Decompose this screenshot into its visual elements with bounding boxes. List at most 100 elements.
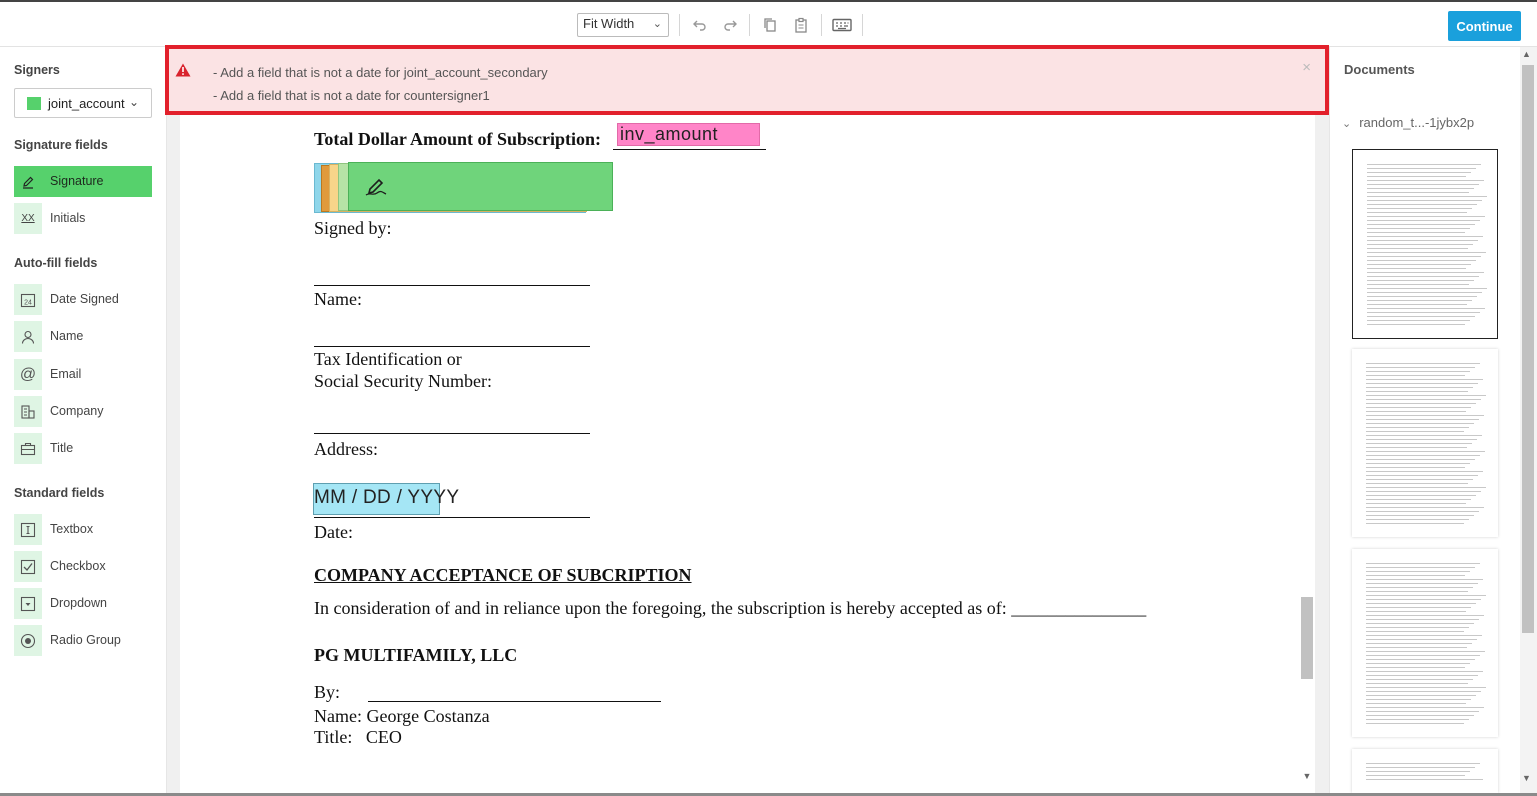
zoom-select[interactable]: Fit Width ⌄	[577, 13, 669, 37]
field-label: Email	[50, 367, 82, 381]
thumbnail-text-line	[1367, 228, 1470, 229]
thumbnail-text-line	[1366, 607, 1471, 608]
at-sign-icon: @	[14, 359, 42, 390]
field-initials[interactable]: XX Initials	[14, 203, 152, 234]
paste-icon[interactable]	[790, 14, 812, 36]
document-group-toggle[interactable]: ⌄ random_t...-1jybx2p	[1342, 115, 1474, 130]
redo-icon[interactable]	[719, 14, 741, 36]
date-line	[314, 517, 590, 518]
thumbnail-text-line	[1366, 779, 1483, 780]
field-label: Date Signed	[50, 292, 119, 306]
field-textbox[interactable]: Textbox	[14, 514, 152, 545]
thumbnail-text-line	[1367, 172, 1471, 173]
field-date-signed[interactable]: 24 Date Signed	[14, 284, 152, 315]
thumbnail-text-line	[1366, 503, 1466, 504]
thumbnail-text-line	[1367, 196, 1487, 197]
close-icon[interactable]: ×	[1302, 59, 1311, 76]
signer-color-swatch	[27, 97, 41, 110]
thumbnail-text-line	[1366, 375, 1465, 376]
keyboard-icon[interactable]	[831, 14, 853, 36]
thumbnail-text-line	[1367, 184, 1479, 185]
field-company[interactable]: Company	[14, 396, 152, 427]
documents-scroll-thumb[interactable]	[1522, 65, 1534, 633]
signature-field-active[interactable]	[348, 162, 613, 211]
thumbnail-text-line	[1366, 403, 1476, 404]
thumbnail-text-line	[1366, 463, 1470, 464]
building-icon	[14, 396, 42, 427]
thumbnail-text-line	[1367, 188, 1474, 189]
field-label: Name	[50, 329, 84, 343]
thumbnail-text-line	[1366, 631, 1464, 632]
amount-underline	[613, 149, 766, 150]
thumbnail-text-line	[1366, 415, 1484, 416]
thumbnail-text-line	[1367, 180, 1484, 181]
calendar-icon-text: 24	[24, 299, 32, 306]
by-label: By:	[314, 682, 341, 702]
thumbnail-text-line	[1366, 583, 1478, 584]
field-checkbox[interactable]: Checkbox	[14, 551, 152, 582]
thumbnail-text-line	[1366, 587, 1473, 588]
thumbnail-text-line	[1366, 427, 1469, 428]
document-page[interactable]: Total Dollar Amount of Subscription: inv…	[180, 47, 1300, 793]
pen-icon	[365, 177, 387, 200]
chevron-down-icon: ⌄	[128, 95, 139, 109]
thumbnail-text-line	[1367, 268, 1466, 269]
signer-select[interactable]: joint_account ⌄	[14, 88, 152, 118]
thumbnail-text-line	[1366, 595, 1486, 596]
page-thumbnail[interactable]	[1352, 749, 1498, 793]
thumbnail-text-line	[1366, 407, 1471, 408]
undo-icon[interactable]	[689, 14, 711, 36]
field-title[interactable]: Title	[14, 433, 152, 464]
page-thumbnail[interactable]	[1352, 149, 1498, 339]
field-radio-group[interactable]: Radio Group	[14, 625, 152, 656]
field-email[interactable]: @ Email	[14, 359, 152, 390]
thumbnail-text-line	[1367, 292, 1482, 293]
address-label: Address:	[314, 439, 378, 459]
copy-icon[interactable]	[759, 14, 781, 36]
thumbnail-text-line	[1367, 264, 1471, 265]
date-field-placeholder: MM / DD / YYYY	[314, 487, 460, 508]
field-name[interactable]: Name	[14, 321, 152, 352]
signed-by-label: Signed by:	[314, 218, 392, 238]
standard-fields-title: Standard fields	[14, 486, 105, 500]
thumbnail-text-line	[1366, 387, 1473, 388]
signer-title-line: Title: CEO	[314, 727, 402, 747]
thumbnail-text-line	[1367, 244, 1473, 245]
field-label: Company	[50, 404, 104, 418]
thumbnail-text-line	[1366, 771, 1470, 772]
thumbnail-text-line	[1366, 395, 1486, 396]
document-scroll-thumb[interactable]	[1301, 597, 1313, 679]
page-thumbnail[interactable]	[1352, 349, 1498, 537]
thumbnail-text-line	[1366, 591, 1468, 592]
thumbnail-text-line	[1366, 383, 1478, 384]
thumbnail-text-line	[1366, 399, 1481, 400]
thumbnail-text-line	[1366, 615, 1484, 616]
inv-amount-field[interactable]: inv_amount	[617, 123, 760, 146]
page-thumbnail[interactable]	[1352, 549, 1498, 737]
scroll-down-icon[interactable]: ▼	[1301, 771, 1313, 783]
field-signature[interactable]: Signature	[14, 166, 152, 197]
scroll-down-icon[interactable]: ▼	[1522, 773, 1531, 783]
thumbnail-text-line	[1366, 487, 1486, 488]
thumbnail-text-line	[1366, 499, 1471, 500]
thumbnail-text-line	[1366, 623, 1474, 624]
field-label: Initials	[50, 211, 86, 225]
field-dropdown[interactable]: Dropdown	[14, 588, 152, 619]
thumbnail-text-line	[1366, 495, 1476, 496]
thumbnail-text-line	[1367, 288, 1487, 289]
thumbnail-text-line	[1366, 767, 1475, 768]
thumbnail-text-line	[1366, 655, 1480, 656]
thumbnail-text-line	[1366, 571, 1470, 572]
acceptance-text: In consideration of and in reliance upon…	[314, 598, 1147, 618]
thumbnail-text-line	[1366, 435, 1482, 436]
pen-icon	[14, 166, 42, 197]
chevron-down-icon: ⌄	[652, 18, 662, 30]
field-label: Checkbox	[50, 559, 106, 573]
continue-button[interactable]: Continue	[1448, 11, 1521, 41]
thumbnail-text-line	[1366, 451, 1485, 452]
document-scrollbar[interactable]	[1299, 47, 1315, 793]
thumbnail-text-line	[1366, 659, 1475, 660]
scroll-up-icon[interactable]: ▲	[1522, 49, 1531, 59]
thumbnail-text-line	[1366, 619, 1479, 620]
document-viewer[interactable]: Total Dollar Amount of Subscription: inv…	[167, 47, 1329, 793]
